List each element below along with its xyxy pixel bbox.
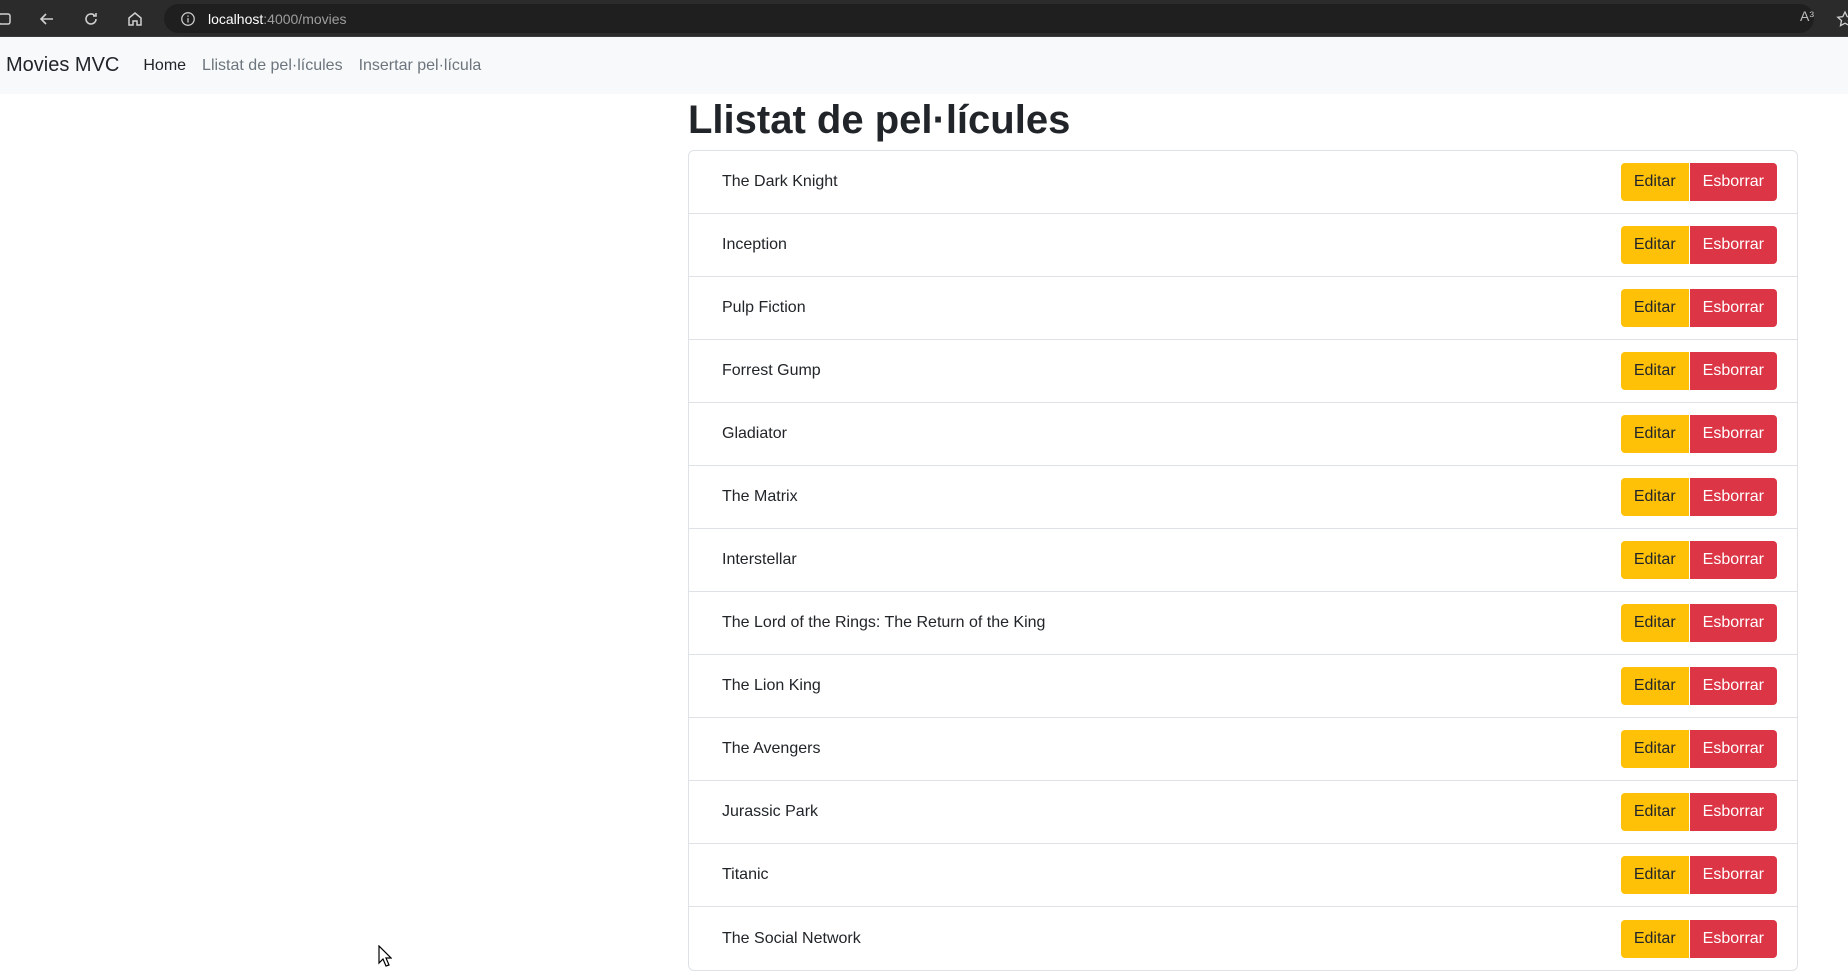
edit-button[interactable]: Editar [1620,856,1689,894]
list-item: Interstellar Editar Esborrar [689,529,1797,592]
movie-actions: Editar Esborrar [1620,919,1777,958]
movie-title: The Lord of the Rings: The Return of the… [722,614,1046,631]
movie-list: The Dark Knight Editar Esborrar Inception Ed… [688,150,1798,971]
edit-button[interactable]: Editar [1620,478,1689,516]
edit-button[interactable]: Editar [1620,793,1689,831]
movie-title: Gladiator [722,425,787,442]
delete-button[interactable]: Esborrar [1689,730,1777,768]
edit-button[interactable]: Editar [1620,352,1689,390]
delete-button[interactable]: Esborrar [1689,856,1777,894]
edit-button[interactable]: Editar [1620,289,1689,327]
read-aloud-icon[interactable]: A³ [1800,8,1814,24]
movie-title: The Matrix [722,488,798,505]
movie-actions: Editar Esborrar [1620,730,1777,768]
movie-actions: Editar Esborrar [1620,478,1777,516]
movie-actions: Editar Esborrar [1620,667,1777,705]
delete-button[interactable]: Esborrar [1689,289,1777,327]
edit-button[interactable]: Editar [1620,919,1689,958]
list-item: Jurassic Park Editar Esborrar [689,781,1797,844]
nav-link-insert-movie[interactable]: Insertar pel·lícula [359,57,482,75]
list-item: Gladiator Editar Esborrar [689,403,1797,466]
page-title: Llistat de pel·lícules [688,98,1071,142]
edit-button[interactable]: Editar [1620,541,1689,579]
movie-title: Jurassic Park [722,803,819,820]
list-item: The Dark Knight Editar Esborrar [689,151,1797,214]
edit-button[interactable]: Editar [1620,604,1689,642]
list-item: The Social Network Editar Esborrar [689,907,1797,970]
movie-actions: Editar Esborrar [1620,226,1777,264]
navbar: Movies MVC Home Llistat de pel·lícules I… [0,37,1848,94]
brand-link[interactable]: Movies MVC [6,54,119,77]
delete-button[interactable]: Esborrar [1689,415,1777,453]
nav-link-movie-list[interactable]: Llistat de pel·lícules [202,57,343,75]
delete-button[interactable]: Esborrar [1689,919,1777,958]
list-item: The Lion King Editar Esborrar [689,655,1797,718]
movie-title: The Avengers [722,740,821,757]
movie-actions: Editar Esborrar [1620,415,1777,453]
delete-button[interactable]: Esborrar [1689,478,1777,516]
delete-button[interactable]: Esborrar [1689,163,1777,201]
list-item: The Matrix Editar Esborrar [689,466,1797,529]
movie-actions: Editar Esborrar [1620,793,1777,831]
address-bar[interactable]: localhost:4000/movies [164,4,1814,33]
tab-actions-icon[interactable] [0,6,18,32]
edit-button[interactable]: Editar [1620,667,1689,705]
movie-title: Titanic [722,866,769,883]
list-item: Forrest Gump Editar Esborrar [689,340,1797,403]
list-item: Inception Editar Esborrar [689,214,1797,277]
movie-title: The Lion King [722,677,821,694]
movie-actions: Editar Esborrar [1620,163,1777,201]
movie-title: The Dark Knight [722,173,838,190]
home-icon[interactable] [122,6,148,32]
edit-button[interactable]: Editar [1620,415,1689,453]
movie-title: Forrest Gump [722,362,821,379]
movie-actions: Editar Esborrar [1620,289,1777,327]
edit-button[interactable]: Editar [1620,730,1689,768]
delete-button[interactable]: Esborrar [1689,226,1777,264]
url-text: localhost:4000/movies [208,11,347,27]
delete-button[interactable]: Esborrar [1689,793,1777,831]
list-item: The Avengers Editar Esborrar [689,718,1797,781]
list-item: Titanic Editar Esborrar [689,844,1797,907]
delete-button[interactable]: Esborrar [1689,352,1777,390]
edit-button[interactable]: Editar [1620,226,1689,264]
site-info-icon[interactable] [178,9,198,29]
back-icon[interactable] [34,6,60,32]
url-path: :4000/movies [263,10,347,27]
list-item: The Lord of the Rings: The Return of the… [689,592,1797,655]
favorite-star-icon[interactable] [1832,6,1848,32]
delete-button[interactable]: Esborrar [1689,667,1777,705]
browser-toolbar: localhost:4000/movies A³ [0,0,1848,37]
movie-actions: Editar Esborrar [1620,541,1777,579]
movie-title: Interstellar [722,551,797,568]
movie-actions: Editar Esborrar [1620,856,1777,894]
url-host: localhost [208,10,264,27]
movie-actions: Editar Esborrar [1620,604,1777,642]
delete-button[interactable]: Esborrar [1689,604,1777,642]
delete-button[interactable]: Esborrar [1689,541,1777,579]
mouse-cursor-icon [378,944,393,972]
movie-title: Pulp Fiction [722,299,806,316]
movie-title: The Social Network [722,929,861,947]
edit-button[interactable]: Editar [1620,163,1689,201]
movie-title: Inception [722,236,787,253]
list-item: Pulp Fiction Editar Esborrar [689,277,1797,340]
nav-link-home[interactable]: Home [143,57,186,75]
refresh-icon[interactable] [78,6,104,32]
movie-actions: Editar Esborrar [1620,352,1777,390]
